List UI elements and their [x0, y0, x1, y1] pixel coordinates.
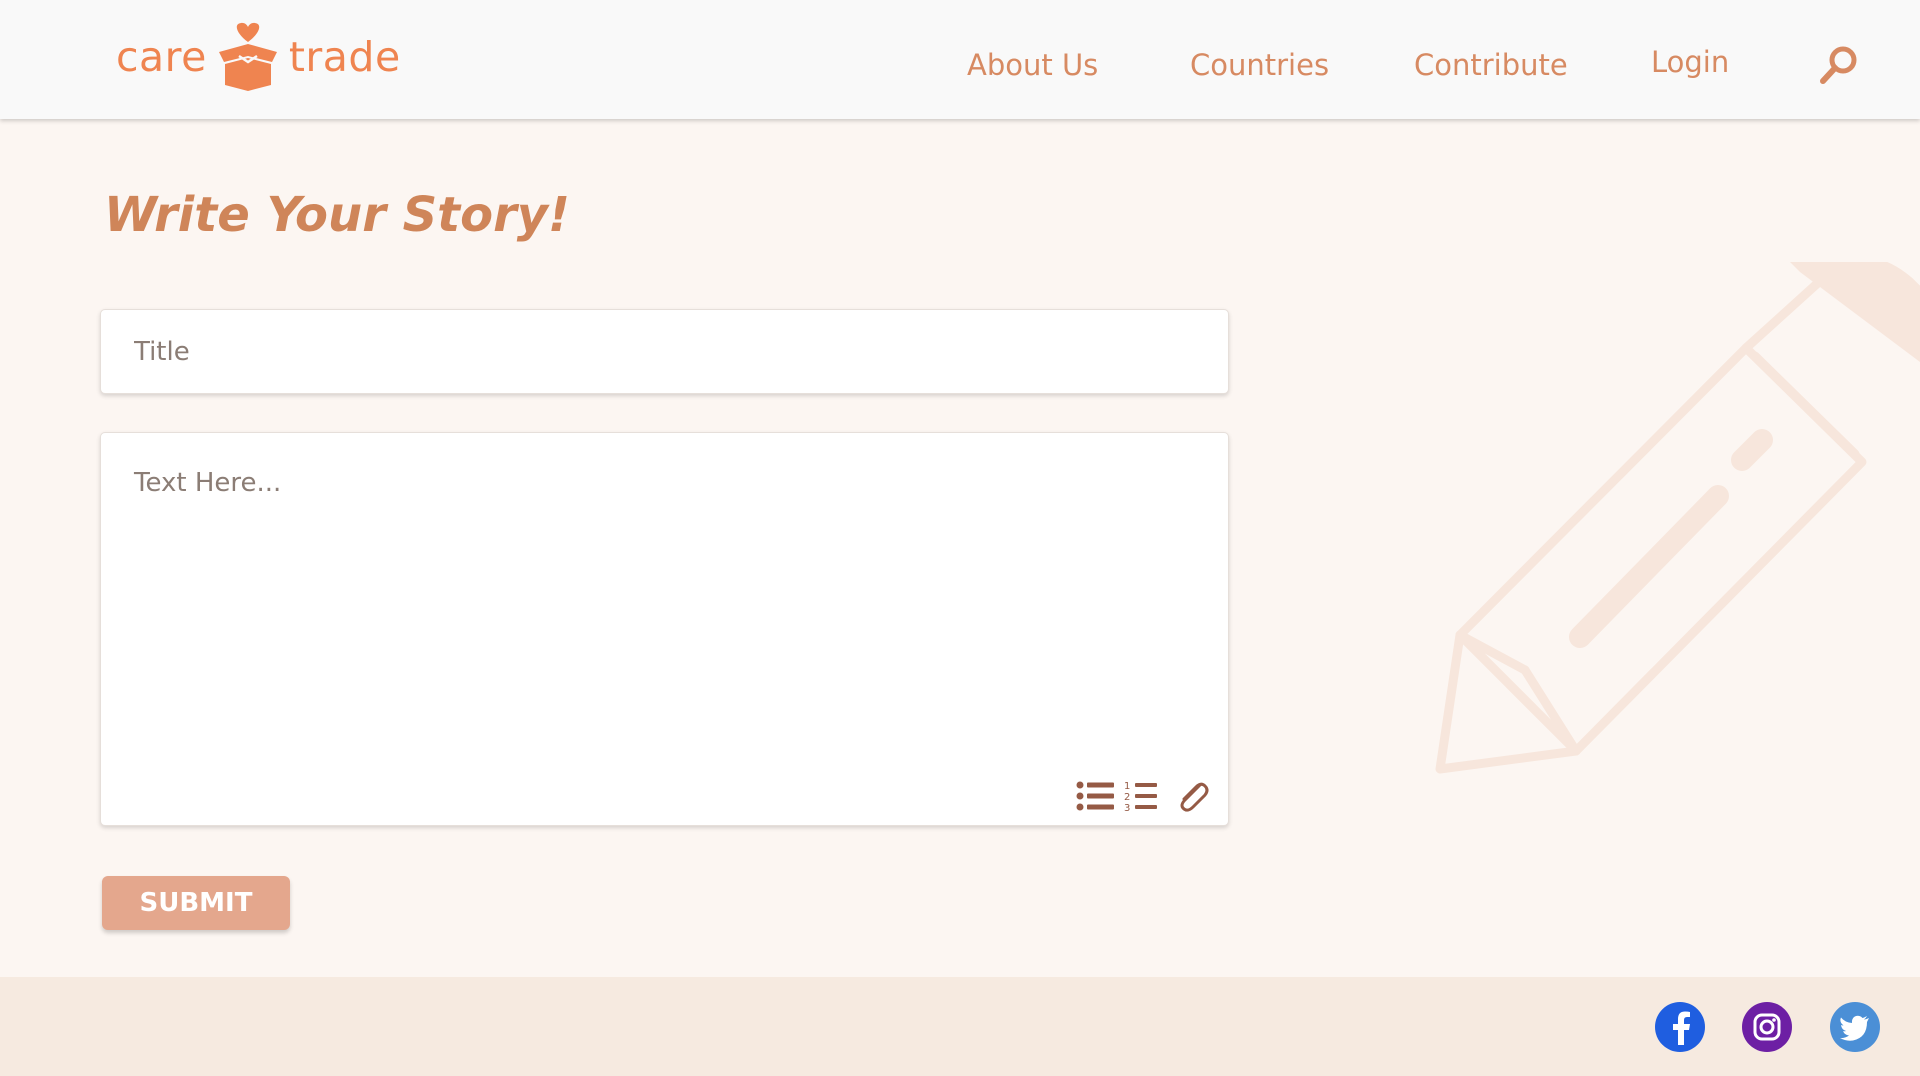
brand-logo[interactable]: care trade	[116, 22, 401, 92]
story-text-input[interactable]	[101, 433, 1228, 825]
numbered-list-icon[interactable]: 1 2 3	[1124, 779, 1162, 813]
pencil-decoration-icon	[1435, 262, 1920, 774]
nav-about-us[interactable]: About Us	[967, 48, 1098, 82]
logo-text-trade: trade	[288, 33, 401, 81]
paperclip-icon[interactable]	[1172, 779, 1210, 813]
twitter-icon[interactable]	[1829, 1001, 1881, 1053]
logo-text-care: care	[116, 33, 207, 81]
formatting-toolbar: 1 2 3	[1076, 779, 1210, 813]
instagram-icon[interactable]	[1741, 1001, 1793, 1053]
search-icon[interactable]	[1818, 44, 1860, 86]
page-title: Write Your Story!	[104, 187, 570, 243]
svg-text:3: 3	[1124, 803, 1130, 813]
gift-box-heart-icon	[218, 22, 277, 91]
site-header: care trade About Us Countries Contribute…	[0, 0, 1920, 119]
story-text-field: 1 2 3	[100, 432, 1229, 826]
nav-countries[interactable]: Countries	[1190, 48, 1329, 82]
title-field	[100, 309, 1229, 394]
site-footer	[0, 977, 1920, 1076]
submit-button[interactable]: SUBMIT	[102, 876, 290, 930]
bullet-list-icon[interactable]	[1076, 779, 1114, 813]
svg-text:1: 1	[1124, 781, 1130, 792]
facebook-icon[interactable]	[1654, 1001, 1706, 1053]
nav-contribute[interactable]: Contribute	[1414, 48, 1568, 82]
svg-text:2: 2	[1124, 792, 1130, 803]
title-input[interactable]	[101, 310, 1228, 393]
nav-login[interactable]: Login	[1651, 45, 1729, 79]
